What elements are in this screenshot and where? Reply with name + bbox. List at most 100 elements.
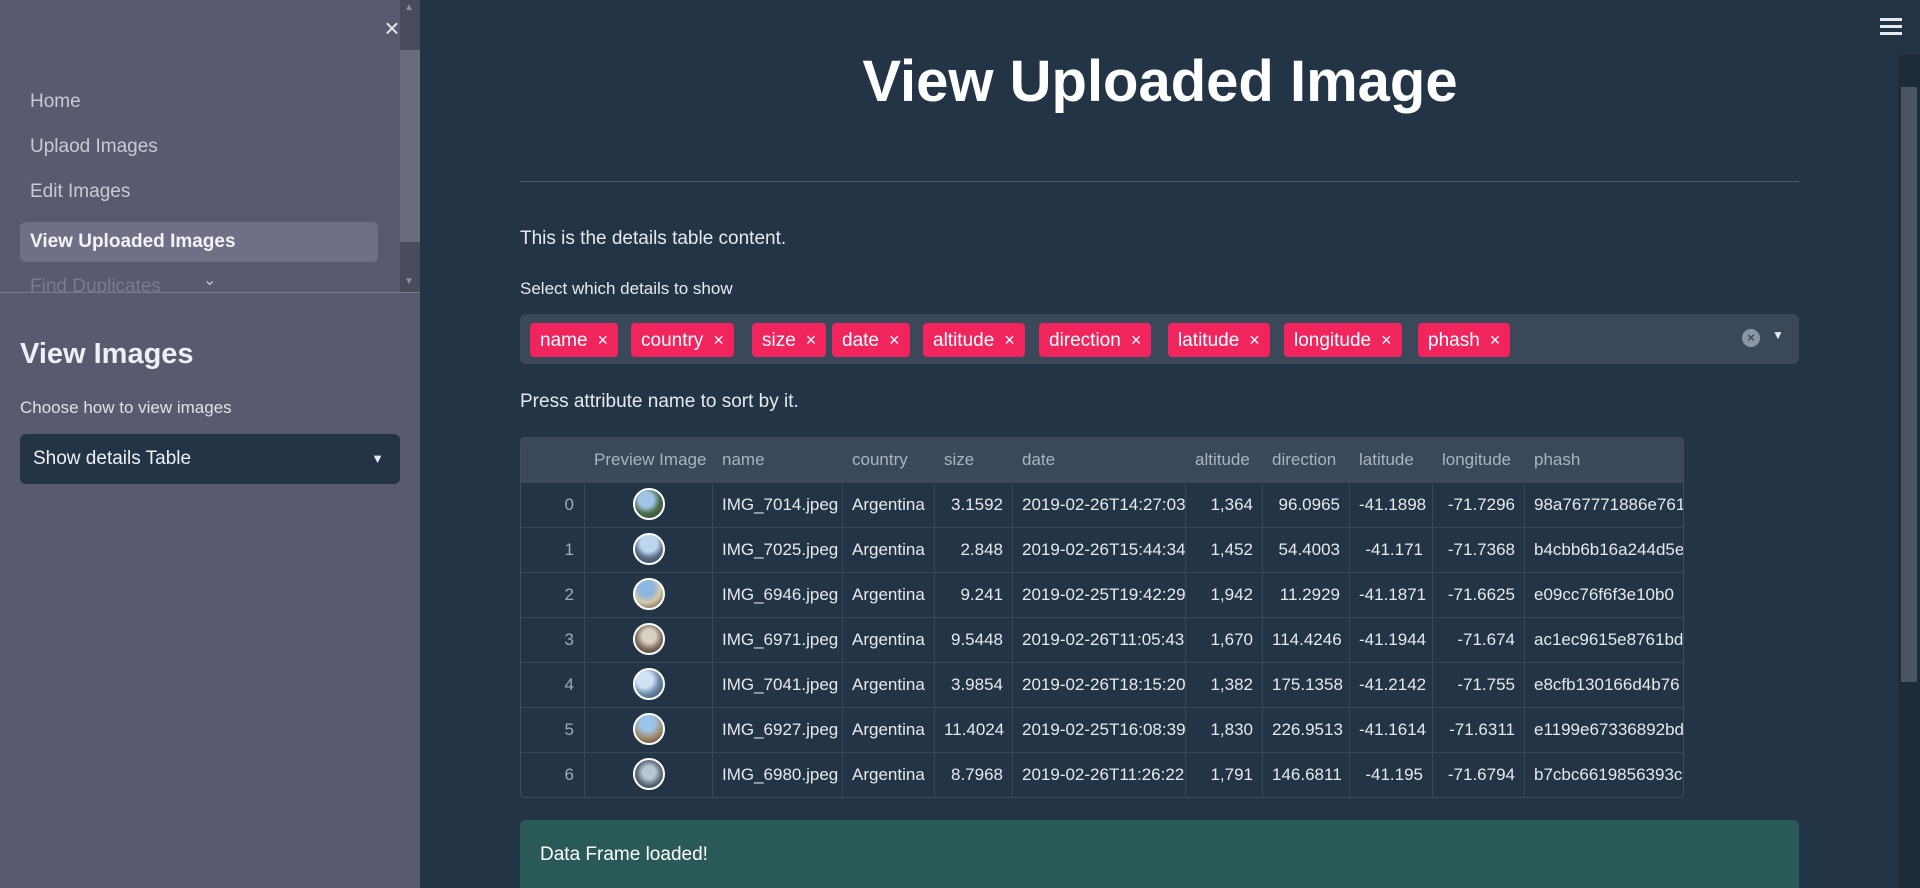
cell-direction[interactable]: 114.4246 [1263, 618, 1350, 662]
column-header-direction[interactable]: direction [1263, 438, 1350, 482]
cell-altitude[interactable]: 1,791 [1186, 753, 1263, 797]
cell-date[interactable]: 2019-02-25T16:08:39 [1013, 708, 1186, 752]
cell-country[interactable]: Argentina [843, 618, 935, 662]
cell-idx[interactable]: 1 [521, 528, 585, 572]
preview-image-cell[interactable] [585, 708, 713, 752]
cell-longitude[interactable]: -71.6625 [1433, 573, 1525, 617]
tag-remove-icon[interactable]: × [806, 330, 817, 350]
cell-idx[interactable]: 5 [521, 708, 585, 752]
tag-remove-icon[interactable]: × [1490, 330, 1501, 350]
preview-image-cell[interactable] [585, 573, 713, 617]
cell-country[interactable]: Argentina [843, 753, 935, 797]
table-row[interactable]: 0 IMG_7014.jpeg Argentina 3.1592 2019-02-26T… [521, 483, 1683, 528]
tag-remove-icon[interactable]: × [889, 330, 900, 350]
cell-size[interactable]: 3.1592 [935, 483, 1013, 527]
cell-idx[interactable]: 3 [521, 618, 585, 662]
cell-name[interactable]: IMG_7025.jpeg [713, 528, 843, 572]
cell-name[interactable]: IMG_6971.jpeg [713, 618, 843, 662]
cell-altitude[interactable]: 1,382 [1186, 663, 1263, 707]
view-mode-select[interactable]: Show details Table ▼ [20, 434, 400, 484]
table-row[interactable]: 4 IMG_7041.jpeg Argentina 3.9854 2019-02-26T… [521, 663, 1683, 708]
cell-phash[interactable]: e1199e67336892bd [1525, 708, 1683, 752]
tag-remove-icon[interactable]: × [1131, 330, 1142, 350]
scrollbar-thumb[interactable] [1901, 87, 1917, 682]
details-multiselect[interactable]: name × country × size × date × altitude × dir… [520, 314, 1799, 364]
cell-phash[interactable]: e8cfb130166d4b76 [1525, 663, 1683, 707]
preview-image-cell[interactable] [585, 663, 713, 707]
column-header-country[interactable]: country [843, 438, 935, 482]
table-row[interactable]: 1 IMG_7025.jpeg Argentina 2.848 2019-02-26T1… [521, 528, 1683, 573]
tag-remove-icon[interactable]: × [1381, 330, 1392, 350]
sidebar-item-upload-images[interactable]: Uplaod Images [20, 127, 378, 167]
cell-date[interactable]: 2019-02-25T19:42:29 [1013, 573, 1186, 617]
column-header-altitude[interactable]: altitude [1186, 438, 1263, 482]
tag-latitude[interactable]: latitude × [1168, 323, 1270, 357]
cell-latitude[interactable]: -41.1614 [1350, 708, 1433, 752]
preview-image-cell[interactable] [585, 483, 713, 527]
table-row[interactable]: 2 IMG_6946.jpeg Argentina 9.241 2019-02-25T1… [521, 573, 1683, 618]
table-row[interactable]: 6 IMG_6980.jpeg Argentina 8.7968 2019-02-26T… [521, 753, 1683, 797]
cell-name[interactable]: IMG_7041.jpeg [713, 663, 843, 707]
column-header-size[interactable]: size [935, 438, 1013, 482]
column-header-preview[interactable]: Preview Image [585, 438, 713, 482]
cell-country[interactable]: Argentina [843, 528, 935, 572]
tag-remove-icon[interactable]: × [1004, 330, 1015, 350]
cell-direction[interactable]: 96.0965 [1263, 483, 1350, 527]
cell-direction[interactable]: 226.9513 [1263, 708, 1350, 752]
tag-remove-icon[interactable]: × [713, 330, 724, 350]
column-header-longitude[interactable]: longitude [1433, 438, 1525, 482]
clear-all-icon[interactable]: × [1742, 329, 1760, 347]
cell-latitude[interactable]: -41.1871 [1350, 573, 1433, 617]
cell-country[interactable]: Argentina [843, 663, 935, 707]
cell-country[interactable]: Argentina [843, 573, 935, 617]
cell-latitude[interactable]: -41.2142 [1350, 663, 1433, 707]
hamburger-menu-icon[interactable] [1880, 18, 1902, 39]
tag-date[interactable]: date × [832, 323, 910, 357]
column-header-name[interactable]: name [713, 438, 843, 482]
cell-latitude[interactable]: -41.1898 [1350, 483, 1433, 527]
cell-idx[interactable]: 4 [521, 663, 585, 707]
cell-idx[interactable]: 0 [521, 483, 585, 527]
tag-phash[interactable]: phash × [1418, 323, 1511, 357]
column-header-date[interactable]: date [1013, 438, 1186, 482]
cell-direction[interactable]: 11.2929 [1263, 573, 1350, 617]
preview-image-cell[interactable] [585, 753, 713, 797]
cell-size[interactable]: 9.5448 [935, 618, 1013, 662]
cell-name[interactable]: IMG_6927.jpeg [713, 708, 843, 752]
cell-longitude[interactable]: -71.6794 [1433, 753, 1525, 797]
cell-name[interactable]: IMG_7014.jpeg [713, 483, 843, 527]
cell-name[interactable]: IMG_6946.jpeg [713, 573, 843, 617]
cell-latitude[interactable]: -41.1944 [1350, 618, 1433, 662]
cell-direction[interactable]: 175.1358 [1263, 663, 1350, 707]
cell-phash[interactable]: b7cbc6619856393c [1525, 753, 1683, 797]
cell-altitude[interactable]: 1,670 [1186, 618, 1263, 662]
cell-direction[interactable]: 54.4003 [1263, 528, 1350, 572]
cell-phash[interactable]: ac1ec9615e8761bd [1525, 618, 1683, 662]
table-row[interactable]: 3 IMG_6971.jpeg Argentina 9.5448 2019-02-26T… [521, 618, 1683, 663]
cell-country[interactable]: Argentina [843, 708, 935, 752]
cell-longitude[interactable]: -71.7368 [1433, 528, 1525, 572]
cell-name[interactable]: IMG_6980.jpeg [713, 753, 843, 797]
cell-date[interactable]: 2019-02-26T18:15:20 [1013, 663, 1186, 707]
preview-image-cell[interactable] [585, 528, 713, 572]
column-header-latitude[interactable]: latitude [1350, 438, 1433, 482]
cell-longitude[interactable]: -71.6311 [1433, 708, 1525, 752]
sidebar-item-view-uploaded-images[interactable]: View Uploaded Images [20, 222, 378, 262]
cell-size[interactable]: 11.4024 [935, 708, 1013, 752]
sidebar-nav-scrollbar[interactable]: ▲ ▼ [400, 0, 420, 292]
cell-phash[interactable]: b4cbb6b16a244d5e [1525, 528, 1683, 572]
cell-direction[interactable]: 146.6811 [1263, 753, 1350, 797]
chevron-down-icon[interactable]: ▼ [1772, 328, 1784, 342]
scrollbar-thumb[interactable] [400, 50, 420, 242]
cell-country[interactable]: Argentina [843, 483, 935, 527]
table-row[interactable]: 5 IMG_6927.jpeg Argentina 11.4024 2019-02-25… [521, 708, 1683, 753]
cell-altitude[interactable]: 1,942 [1186, 573, 1263, 617]
cell-date[interactable]: 2019-02-26T14:27:03 [1013, 483, 1186, 527]
cell-latitude[interactable]: -41.171 [1350, 528, 1433, 572]
cell-idx[interactable]: 2 [521, 573, 585, 617]
sidebar-item-home[interactable]: Home [20, 82, 378, 122]
cell-altitude[interactable]: 1,830 [1186, 708, 1263, 752]
cell-longitude[interactable]: -71.755 [1433, 663, 1525, 707]
preview-image-cell[interactable] [585, 618, 713, 662]
cell-latitude[interactable]: -41.195 [1350, 753, 1433, 797]
